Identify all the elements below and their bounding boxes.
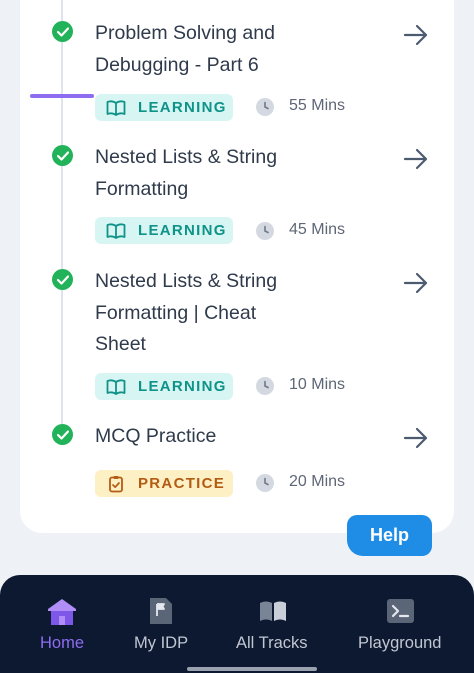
- completed-check-icon: [52, 21, 73, 42]
- nav-label-all-tracks: All Tracks: [236, 634, 308, 652]
- badge-label: PRACTICE: [138, 475, 226, 492]
- clipboard-check-icon: [109, 475, 123, 492]
- lesson-duration: 10 Mins: [289, 376, 346, 393]
- completed-check-icon: [52, 145, 73, 166]
- arrow-right-icon[interactable]: [402, 147, 430, 171]
- home-icon: [48, 599, 76, 625]
- nav-item-home[interactable]: Home: [30, 575, 94, 673]
- completed-check-icon: [52, 269, 73, 290]
- book-icon: [106, 99, 126, 116]
- nav-item-playground[interactable]: Playground: [357, 575, 443, 673]
- lesson-duration: 20 Mins: [289, 473, 346, 490]
- nav-item-my-idp[interactable]: My IDP: [128, 575, 194, 673]
- learning-badge: LEARNING: [95, 373, 233, 400]
- help-button[interactable]: Help: [347, 515, 432, 556]
- lesson-duration: 45 Mins: [289, 221, 346, 238]
- learning-badge: LEARNING: [95, 217, 233, 244]
- open-book-icon: [260, 601, 286, 621]
- clock-icon: [256, 98, 274, 116]
- lesson-item[interactable]: Nested Lists & String Formatting LEARNIN…: [0, 125, 474, 250]
- badge-label: LEARNING: [138, 222, 227, 239]
- lesson-title[interactable]: Nested Lists & String Formatting | Cheat…: [95, 266, 355, 361]
- practice-badge: PRACTICE: [95, 470, 233, 497]
- terminal-icon: [387, 599, 414, 623]
- home-indicator-bar: [187, 667, 317, 671]
- lesson-duration: 55 Mins: [289, 97, 346, 114]
- badge-label: LEARNING: [138, 99, 227, 116]
- badge-label: LEARNING: [138, 378, 227, 395]
- clock-icon: [256, 377, 274, 395]
- learning-badge: LEARNING: [95, 94, 233, 121]
- flag-document-icon: [150, 598, 172, 624]
- lesson-item[interactable]: MCQ Practice PRACTICE 20 Mins: [0, 420, 474, 510]
- nav-label-playground: Playground: [358, 634, 442, 652]
- book-icon: [106, 378, 126, 395]
- lesson-item[interactable]: Nested Lists & String Formatting | Cheat…: [0, 250, 474, 420]
- nav-label-home: Home: [40, 634, 85, 652]
- lesson-title[interactable]: Nested Lists & String Formatting: [95, 142, 355, 205]
- lesson-title[interactable]: MCQ Practice: [95, 421, 355, 453]
- clock-icon: [256, 222, 274, 240]
- completed-check-icon: [52, 424, 73, 445]
- lesson-item[interactable]: Problem Solving and Debugging - Part 6 L…: [0, 0, 474, 125]
- nav-label-my-idp: My IDP: [134, 634, 189, 652]
- arrow-right-icon[interactable]: [402, 271, 430, 295]
- bottom-nav: Home My IDP All Tracks Playground: [0, 575, 474, 673]
- arrow-right-icon[interactable]: [402, 426, 430, 450]
- nav-item-all-tracks[interactable]: All Tracks: [234, 575, 312, 673]
- clock-icon: [256, 474, 274, 492]
- book-icon: [106, 222, 126, 239]
- lesson-title[interactable]: Problem Solving and Debugging - Part 6: [95, 18, 355, 81]
- active-tab-indicator: [30, 94, 94, 98]
- arrow-right-icon[interactable]: [402, 23, 430, 47]
